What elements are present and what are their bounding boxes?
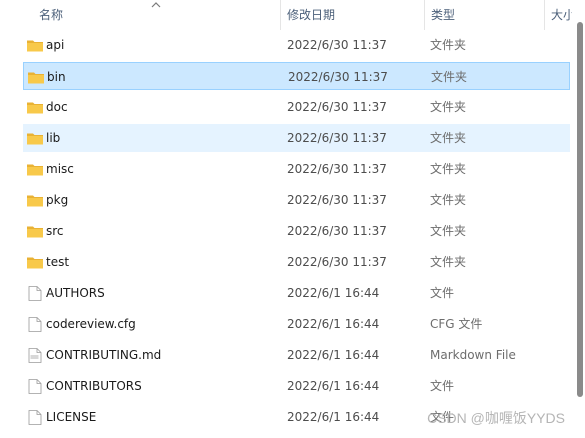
folder-icon <box>27 257 43 269</box>
file-modified-date: 2022/6/30 11:37 <box>287 100 387 114</box>
file-type: 文件夹 <box>430 224 467 238</box>
file-type: 文件夹 <box>430 131 467 145</box>
column-header-date[interactable]: 修改日期 <box>281 0 425 30</box>
file-type: 文件夹 <box>430 255 467 269</box>
file-name: src <box>46 224 64 238</box>
file-type: 文件夹 <box>430 38 467 52</box>
file-name: doc <box>46 100 68 114</box>
file-modified-date: 2022/6/1 16:44 <box>287 317 380 331</box>
file-modified-date: 2022/6/1 16:44 <box>287 348 380 362</box>
file-name: test <box>46 255 70 269</box>
file-modified-date: 2022/6/1 16:44 <box>287 410 380 424</box>
file-row-api[interactable]: api 2022/6/30 11:37 文件夹 <box>23 31 570 59</box>
file-icon <box>28 317 42 332</box>
file-name: pkg <box>46 193 69 207</box>
file-name: bin <box>47 70 66 84</box>
file-row-license[interactable]: LICENSE 2022/6/1 16:44 文件 <box>23 403 570 431</box>
file-modified-date: 2022/6/30 11:37 <box>287 224 387 238</box>
file-type: CFG 文件 <box>430 317 483 331</box>
folder-icon <box>27 195 43 207</box>
sort-ascending-icon <box>151 2 161 8</box>
file-modified-date: 2022/6/1 16:44 <box>287 286 380 300</box>
file-type: 文件 <box>430 410 455 424</box>
folder-icon <box>28 72 44 84</box>
file-type: 文件 <box>430 379 455 393</box>
file-row-test[interactable]: test 2022/6/30 11:37 文件夹 <box>23 248 570 276</box>
file-icon <box>28 286 42 301</box>
file-name: CONTRIBUTING.md <box>46 348 162 362</box>
file-modified-date: 2022/6/30 11:37 <box>287 162 387 176</box>
file-row-bin[interactable]: bin 2022/6/30 11:37 文件夹 <box>23 62 570 90</box>
file-row-misc[interactable]: misc 2022/6/30 11:37 文件夹 <box>23 155 570 183</box>
file-row-pkg[interactable]: pkg 2022/6/30 11:37 文件夹 <box>23 186 570 214</box>
file-name: AUTHORS <box>46 286 105 300</box>
file-icon <box>28 410 42 425</box>
file-name: codereview.cfg <box>46 317 136 331</box>
file-modified-date: 2022/6/30 11:37 <box>287 131 387 145</box>
file-row-doc[interactable]: doc 2022/6/30 11:37 文件夹 <box>23 93 570 121</box>
file-name: LICENSE <box>46 410 97 424</box>
file-type: 文件夹 <box>431 70 468 84</box>
column-header-bar: 名称 修改日期 类型 大小 <box>0 0 585 30</box>
file-type: 文件夹 <box>430 162 467 176</box>
file-modified-date: 2022/6/30 11:37 <box>287 255 387 269</box>
file-row-contributing-md[interactable]: CONTRIBUTING.md 2022/6/1 16:44 Markdown Fi… <box>23 341 570 369</box>
folder-icon <box>27 226 43 238</box>
file-type: 文件夹 <box>430 193 467 207</box>
file-name: api <box>46 38 65 52</box>
file-row-authors[interactable]: AUTHORS 2022/6/1 16:44 文件 <box>23 279 570 307</box>
folder-icon <box>27 164 43 176</box>
scrollbar-thumb[interactable] <box>577 22 583 397</box>
file-type: 文件夹 <box>430 100 467 114</box>
folder-icon <box>27 102 43 114</box>
file-row-codereview-cfg[interactable]: codereview.cfg 2022/6/1 16:44 CFG 文件 <box>23 310 570 338</box>
file-name: misc <box>46 162 74 176</box>
folder-icon <box>27 133 43 145</box>
file-row-contributors[interactable]: CONTRIBUTORS 2022/6/1 16:44 文件 <box>23 372 570 400</box>
file-row-lib[interactable]: lib 2022/6/30 11:37 文件夹 <box>23 124 570 152</box>
column-header-type[interactable]: 类型 <box>425 0 545 30</box>
file-modified-date: 2022/6/30 11:37 <box>287 193 387 207</box>
file-name: CONTRIBUTORS <box>46 379 142 393</box>
file-modified-date: 2022/6/30 11:37 <box>288 70 388 84</box>
markdown-file-icon <box>28 348 42 363</box>
folder-icon <box>27 40 43 52</box>
file-modified-date: 2022/6/1 16:44 <box>287 379 380 393</box>
vertical-scrollbar[interactable] <box>572 0 585 438</box>
file-icon <box>28 379 42 394</box>
file-row-src[interactable]: src 2022/6/30 11:37 文件夹 <box>23 217 570 245</box>
file-type: 文件 <box>430 286 455 300</box>
file-type: Markdown File <box>430 348 516 362</box>
file-name: lib <box>46 131 61 145</box>
file-modified-date: 2022/6/30 11:37 <box>287 38 387 52</box>
